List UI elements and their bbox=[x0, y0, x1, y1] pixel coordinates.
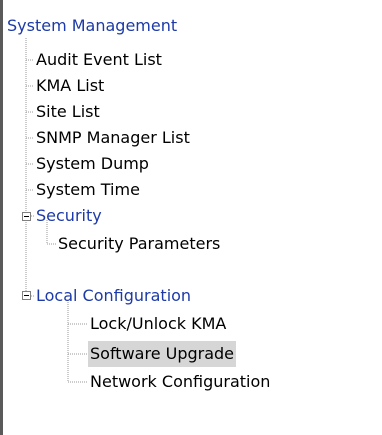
tree-root-label: System Management bbox=[7, 16, 178, 35]
tree-item-network-configuration[interactable]: Network Configuration bbox=[88, 369, 272, 395]
tree-item-software-upgrade[interactable]: Software Upgrade bbox=[88, 341, 237, 367]
tree-item-security-parameters[interactable]: Security Parameters bbox=[56, 231, 222, 257]
tree-item-label: System Dump bbox=[36, 154, 149, 173]
tree-item-label: Site List bbox=[36, 102, 100, 121]
tree-item-snmp-manager-list[interactable]: SNMP Manager List bbox=[34, 125, 192, 151]
tree-item-label: Lock/Unlock KMA bbox=[90, 314, 227, 333]
tree-item-system-dump[interactable]: System Dump bbox=[34, 151, 151, 177]
tree-folder-security[interactable]: Security bbox=[34, 203, 104, 229]
tree-item-label: Software Upgrade bbox=[90, 344, 235, 363]
tree-item-system-time[interactable]: System Time bbox=[34, 177, 142, 203]
tree-item-kma-list[interactable]: KMA List bbox=[34, 73, 106, 99]
tree-folder-label: Local Configuration bbox=[36, 286, 192, 305]
tree-item-label: SNMP Manager List bbox=[36, 128, 190, 147]
tree-folder-label: Security bbox=[36, 206, 102, 225]
tree-item-label: KMA List bbox=[36, 76, 105, 95]
tree-root-system-management[interactable]: System Management bbox=[5, 13, 179, 39]
tree-item-lock-unlock-kma[interactable]: Lock/Unlock KMA bbox=[88, 311, 228, 337]
tree-item-label: Network Configuration bbox=[90, 372, 271, 391]
tree-item-site-list[interactable]: Site List bbox=[34, 99, 102, 125]
tree-item-audit-event-list[interactable]: Audit Event List bbox=[34, 47, 164, 73]
tree-item-label: System Time bbox=[36, 180, 140, 199]
navigation-tree: System Management Audit Event List KMA L… bbox=[0, 0, 382, 435]
tree-item-label: Audit Event List bbox=[36, 50, 162, 69]
tree-folder-local-configuration[interactable]: Local Configuration bbox=[34, 283, 193, 309]
tree-item-label: Security Parameters bbox=[58, 234, 221, 253]
collapse-security-toggle-icon[interactable] bbox=[22, 212, 31, 221]
collapse-local-configuration-toggle-icon[interactable] bbox=[22, 291, 31, 300]
